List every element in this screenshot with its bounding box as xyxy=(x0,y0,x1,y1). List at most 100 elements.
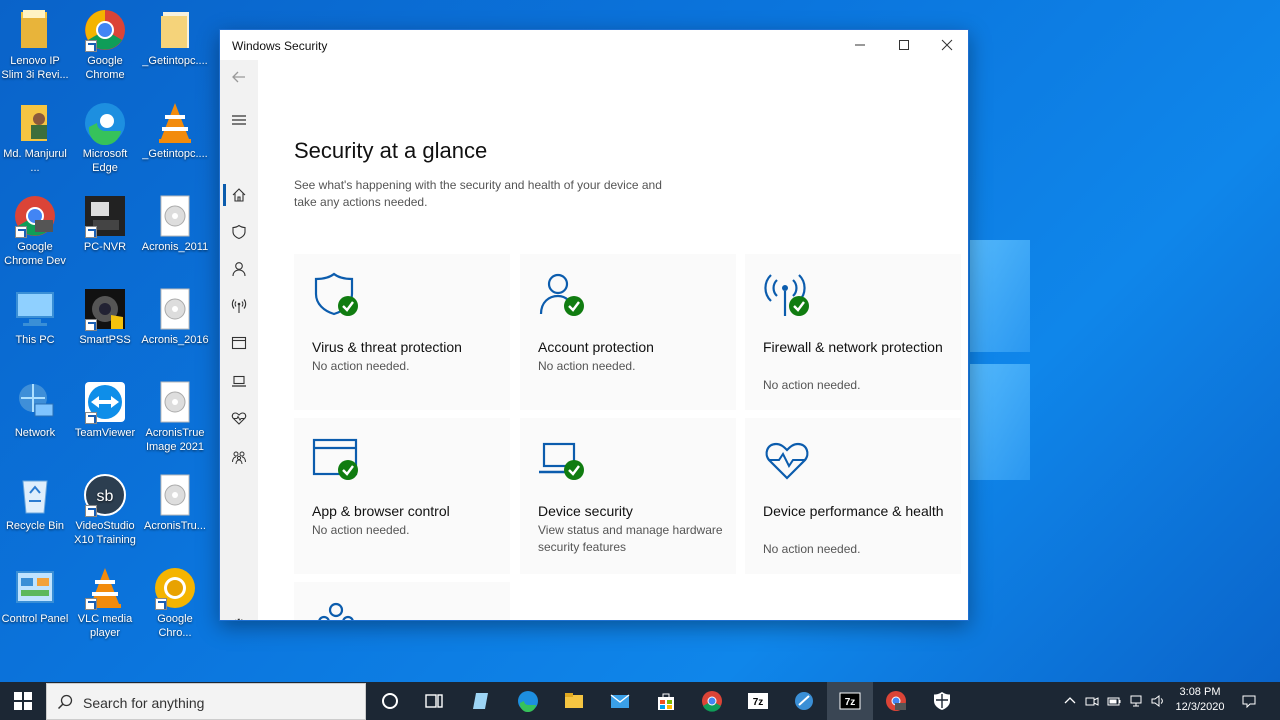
disc-icon xyxy=(153,194,197,238)
desktop-icon[interactable]: This PC xyxy=(0,287,70,347)
tile-title: Device performance & health xyxy=(763,503,944,519)
tile-app-browser-control[interactable]: App & browser control No action needed. xyxy=(294,418,510,574)
taskbar-chrome[interactable] xyxy=(689,682,735,720)
nav-device-security[interactable] xyxy=(220,366,258,396)
desktop-icon[interactable]: _Getintopc.... xyxy=(140,101,210,161)
desktop-icon-label: Recycle Bin xyxy=(5,520,65,532)
shortcut-arrow-icon xyxy=(155,598,167,610)
taskbar-edge[interactable] xyxy=(505,682,551,720)
taskbar-7zip-active[interactable]: 7z xyxy=(827,682,873,720)
nvr-icon xyxy=(83,194,127,238)
person-icon xyxy=(232,262,246,277)
tile-title: Virus & threat protection xyxy=(312,339,462,355)
search-placeholder: Search for anything xyxy=(83,695,205,711)
page-subtitle: See what's happening with the security a… xyxy=(294,178,662,209)
minimize-button[interactable] xyxy=(838,30,882,60)
close-button[interactable] xyxy=(925,30,968,60)
tray-show-hidden[interactable] xyxy=(1062,682,1078,720)
clock-date: 12/3/2020 xyxy=(1175,701,1225,713)
tray-volume[interactable] xyxy=(1150,682,1166,720)
taskbar-windows-security[interactable] xyxy=(919,682,965,720)
desktop-icon[interactable]: _Getintopc.... xyxy=(140,8,210,68)
desktop-icon[interactable]: Control Panel xyxy=(0,566,70,626)
nav-family-options[interactable] xyxy=(220,442,258,472)
desktop-icon-label: Control Panel xyxy=(1,613,69,625)
desktop-icon-label: Acronis_2011 xyxy=(141,241,209,253)
taskbar-mail[interactable] xyxy=(597,682,643,720)
tray-network[interactable] xyxy=(1128,682,1144,720)
desktop-icon-label: This PC xyxy=(15,334,55,346)
browser-window-icon xyxy=(231,336,247,350)
tile-title: App & browser control xyxy=(312,503,450,519)
taskbar-notes[interactable] xyxy=(458,682,504,720)
desktop-icon[interactable]: Network xyxy=(0,380,70,440)
taskbar-app[interactable] xyxy=(781,682,827,720)
laptop-icon xyxy=(232,375,246,387)
desktop-icon[interactable]: VLC media player xyxy=(70,566,140,640)
desktop-icon[interactable]: AcronisTru... xyxy=(140,473,210,533)
nav-settings[interactable] xyxy=(220,610,258,620)
search-icon xyxy=(57,694,73,710)
desktop-icon[interactable]: Recycle Bin xyxy=(0,473,70,533)
desktop-icon[interactable]: Google Chro... xyxy=(140,566,210,640)
logo-pane-top xyxy=(970,240,1030,352)
desktop-icon[interactable]: Google Chrome xyxy=(70,8,140,82)
tile-status: No action needed. xyxy=(538,359,636,373)
desktop-icon[interactable]: Acronis_2016 xyxy=(140,287,210,347)
page-title: Security at a glance xyxy=(294,138,488,163)
back-arrow-icon xyxy=(232,71,245,83)
battery-icon xyxy=(1107,697,1121,706)
back-button[interactable] xyxy=(220,62,258,92)
tile-firewall-network-protection[interactable]: Firewall & network protection No action … xyxy=(745,254,961,410)
heart-pulse-icon xyxy=(231,412,247,425)
desktop-icon[interactable]: SmartPSS xyxy=(70,287,140,347)
desktop-icon[interactable]: Google Chrome Dev xyxy=(0,194,70,268)
tile-title: Firewall & network protection xyxy=(763,339,943,355)
windows-logo-icon xyxy=(14,692,32,710)
tile-device-performance-health[interactable]: Device performance & health No action ne… xyxy=(745,418,961,574)
desktop-icon[interactable]: sb VideoStudio X10 Training xyxy=(70,473,140,547)
desktop-icon[interactable]: Microsoft Edge xyxy=(70,101,140,175)
antenna-check-icon xyxy=(763,272,811,320)
tray-meet-now[interactable] xyxy=(1084,682,1100,720)
shortcut-arrow-icon xyxy=(15,226,27,238)
tray-notifications[interactable] xyxy=(1238,682,1260,720)
tile-virus-threat-protection[interactable]: Virus & threat protection No action need… xyxy=(294,254,510,410)
desktop-icon[interactable]: PC-NVR xyxy=(70,194,140,254)
nav-device-performance[interactable] xyxy=(220,403,258,433)
nav-virus-protection[interactable] xyxy=(220,217,258,247)
nav-firewall[interactable] xyxy=(220,291,258,321)
desktop-icon[interactable]: Md. Manjurul ... xyxy=(0,101,70,175)
desktop-icon-label: AcronisTrue Image 2021 xyxy=(145,427,205,453)
vlc-icon xyxy=(83,566,127,610)
desktop-icon[interactable]: AcronisTrue Image 2021 xyxy=(140,380,210,454)
svg-text:7z: 7z xyxy=(753,697,764,708)
taskbar-7zip[interactable]: 7z xyxy=(735,682,781,720)
tray-battery[interactable] xyxy=(1106,682,1122,720)
tile-account-protection[interactable]: Account protection No action needed. xyxy=(520,254,736,410)
taskbar-chrome-dev[interactable] xyxy=(873,682,919,720)
tile-status: View status and manage hardware security… xyxy=(538,523,723,554)
taskbar-store[interactable] xyxy=(643,682,689,720)
tile-family-options[interactable] xyxy=(294,582,510,620)
desktop-icon[interactable]: Acronis_2011 xyxy=(140,194,210,254)
desktop-icon[interactable]: TeamViewer xyxy=(70,380,140,440)
svg-text:sb: sb xyxy=(97,488,114,505)
start-button[interactable] xyxy=(0,682,46,720)
taskbar-task-view[interactable] xyxy=(411,682,457,720)
desktop-icon[interactable]: Lenovo IP Slim 3i Revi... xyxy=(0,8,70,82)
maximize-button[interactable] xyxy=(882,30,926,60)
taskbar-search-box[interactable]: Search for anything xyxy=(46,683,366,720)
tile-status: No action needed. xyxy=(763,378,861,392)
nav-account-protection[interactable] xyxy=(220,254,258,284)
menu-button[interactable] xyxy=(220,105,258,135)
minimize-icon xyxy=(855,44,865,46)
nav-home[interactable] xyxy=(220,180,258,210)
nav-app-browser[interactable] xyxy=(220,328,258,358)
taskbar-cortana[interactable] xyxy=(367,682,413,720)
taskbar-clock[interactable]: 3:08 PM 12/3/2020 xyxy=(1168,685,1232,715)
hamburger-menu-icon xyxy=(232,115,246,125)
taskbar-file-explorer[interactable] xyxy=(551,682,597,720)
tile-device-security[interactable]: Device security View status and manage h… xyxy=(520,418,736,574)
title-bar[interactable]: Windows Security xyxy=(220,30,968,60)
